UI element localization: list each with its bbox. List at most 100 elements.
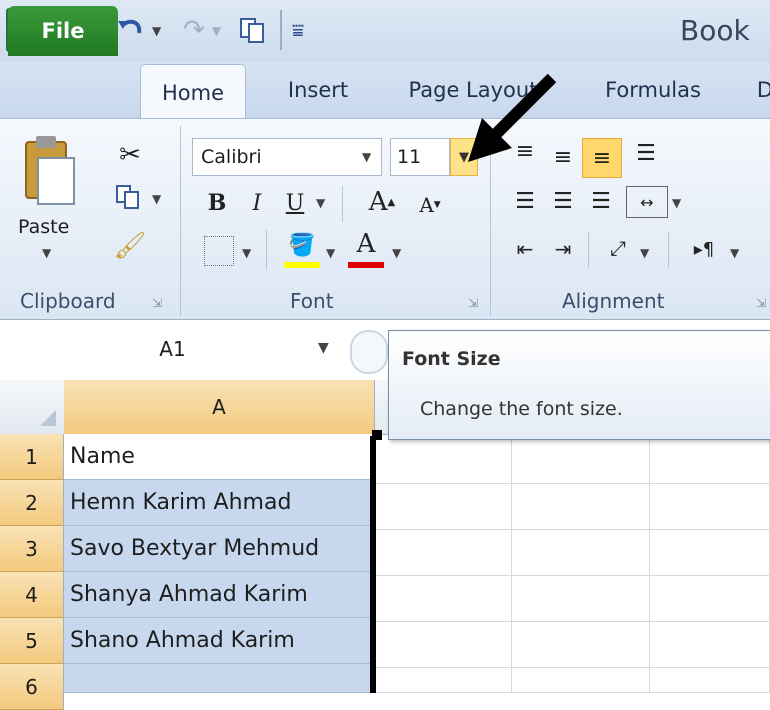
cell[interactable]: [376, 530, 512, 576]
paste-label[interactable]: Paste: [18, 216, 69, 238]
orientation-dropdown-icon[interactable]: ▼: [640, 246, 649, 260]
cell[interactable]: [650, 622, 770, 668]
alignment-group-label: Alignment: [562, 289, 665, 313]
formula-handle-icon[interactable]: [350, 330, 388, 374]
tab-home[interactable]: Home: [140, 64, 246, 121]
merge-dropdown-icon[interactable]: ▼: [672, 196, 681, 210]
align-divider-2: [668, 232, 669, 268]
decrease-indent-icon[interactable]: ⇤: [510, 234, 540, 264]
align-right-icon[interactable]: ☰: [586, 186, 616, 216]
select-all-corner[interactable]: [0, 380, 65, 434]
fill-color-icon[interactable]: 🪣: [284, 230, 320, 260]
cell[interactable]: [650, 484, 770, 530]
copy-icon[interactable]: [232, 8, 272, 52]
tooltip-description: Change the font size.: [420, 398, 623, 420]
font-name-dropdown-icon[interactable]: ▼: [362, 150, 371, 164]
title-divider-2: [280, 10, 282, 50]
clipboard-group-label: Clipboard: [20, 289, 116, 313]
font-size-box[interactable]: 11: [390, 138, 450, 176]
increase-indent-icon[interactable]: ⇥: [548, 234, 578, 264]
row-header[interactable]: 5: [0, 618, 64, 664]
name-box[interactable]: A1: [0, 326, 345, 372]
borders-dropdown-icon[interactable]: ▼: [242, 246, 251, 260]
borders-icon[interactable]: [204, 236, 234, 266]
text-direction-dropdown-icon[interactable]: ▼: [730, 246, 739, 260]
redo-icon[interactable]: ↷: [176, 8, 212, 52]
redo-dropdown-icon[interactable]: ▼: [212, 24, 221, 38]
cell[interactable]: [650, 576, 770, 622]
cell[interactable]: [376, 668, 512, 693]
format-painter-icon[interactable]: 🖌: [112, 226, 148, 266]
font-divider-2: [266, 230, 267, 270]
group-separator: [180, 126, 181, 316]
font-color-swatch: [348, 262, 384, 268]
align-left-icon[interactable]: ☰: [510, 186, 540, 216]
undo-dropdown-icon[interactable]: ▼: [152, 24, 161, 38]
cell-a6[interactable]: [64, 664, 374, 693]
orientation-icon[interactable]: ⤢: [600, 232, 636, 264]
align-center-icon[interactable]: ☰: [548, 186, 578, 216]
cell[interactable]: [512, 438, 650, 484]
cell[interactable]: [376, 576, 512, 622]
copy-dropdown-icon[interactable]: ▼: [152, 192, 161, 206]
cell[interactable]: [376, 622, 512, 668]
font-color-dropdown-icon[interactable]: ▼: [392, 246, 401, 260]
underline-icon[interactable]: U: [280, 186, 310, 220]
paste-dropdown-icon[interactable]: ▼: [42, 246, 51, 260]
cell-a2[interactable]: Hemn Karim Ahmad: [64, 480, 374, 526]
row-header[interactable]: 2: [0, 480, 64, 526]
cell[interactable]: [376, 484, 512, 530]
tooltip-title: Font Size: [402, 348, 501, 370]
fill-color-swatch: [284, 262, 320, 268]
alignment-launcher-icon[interactable]: ⇲: [756, 296, 766, 310]
clipboard-launcher-icon[interactable]: ⇲: [152, 296, 162, 310]
align-divider: [588, 232, 589, 268]
font-name-box[interactable]: Calibri: [192, 138, 382, 176]
cell[interactable]: [512, 576, 650, 622]
text-direction-icon[interactable]: ▸¶: [686, 234, 722, 264]
tab-formulas[interactable]: Formulas: [588, 62, 718, 118]
pointer-arrow-icon: [468, 73, 557, 162]
cell-a3[interactable]: Savo Bextyar Mehmud: [64, 526, 374, 572]
cell[interactable]: [512, 668, 650, 693]
font-divider: [342, 186, 343, 222]
cell-a4[interactable]: Shanya Ahmad Karim: [64, 572, 374, 618]
copy-ribbon-icon[interactable]: [108, 180, 148, 214]
tab-data[interactable]: D: [750, 62, 770, 118]
fill-handle[interactable]: [372, 430, 382, 440]
wrap-text-icon[interactable]: ☰: [628, 136, 664, 170]
cell[interactable]: [512, 484, 650, 530]
merge-center-icon[interactable]: ↔: [626, 186, 668, 218]
row-header[interactable]: 6: [0, 664, 64, 710]
row-header[interactable]: 1: [0, 434, 64, 480]
paste-icon[interactable]: [20, 130, 80, 210]
cell[interactable]: [376, 438, 512, 484]
bold-icon[interactable]: B: [202, 186, 232, 220]
font-color-icon[interactable]: A: [348, 228, 384, 260]
fill-color-dropdown-icon[interactable]: ▼: [326, 246, 335, 260]
font-group-label: Font: [290, 289, 334, 313]
cell[interactable]: [512, 530, 650, 576]
italic-icon[interactable]: I: [242, 186, 272, 220]
increase-font-icon[interactable]: A ▲: [364, 184, 400, 220]
cell[interactable]: [650, 438, 770, 484]
cell[interactable]: [650, 530, 770, 576]
tooltip: [388, 330, 770, 440]
font-launcher-icon[interactable]: ⇲: [468, 296, 478, 310]
underline-dropdown-icon[interactable]: ▼: [316, 196, 325, 210]
tab-insert[interactable]: Insert: [268, 62, 368, 118]
customize-toolbar-icon[interactable]: ⩸: [286, 8, 310, 52]
row-header[interactable]: 4: [0, 572, 64, 618]
cut-icon[interactable]: ✂: [112, 138, 148, 172]
align-bottom-icon[interactable]: ≡: [582, 138, 622, 178]
cell[interactable]: [512, 622, 650, 668]
row-header[interactable]: 3: [0, 526, 64, 572]
cell-a5[interactable]: Shano Ahmad Karim: [64, 618, 374, 664]
selection-border: [370, 436, 376, 693]
cell[interactable]: [650, 668, 770, 693]
column-header-a[interactable]: A: [64, 380, 375, 434]
name-box-dropdown-icon[interactable]: ▼: [318, 340, 329, 356]
cell-a1[interactable]: Name: [64, 434, 374, 480]
decrease-font-icon[interactable]: A ▼: [412, 190, 448, 220]
tab-file[interactable]: File: [8, 6, 118, 56]
